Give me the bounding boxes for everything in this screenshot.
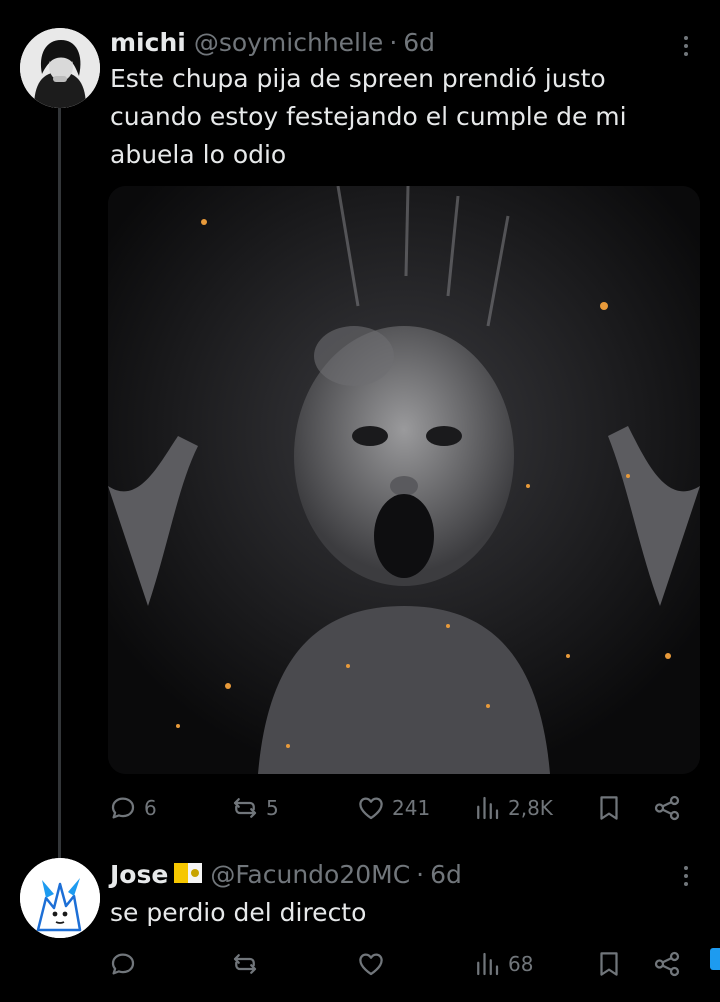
avatar-photo-icon — [20, 28, 100, 108]
more-options-icon[interactable] — [682, 36, 690, 56]
share-button[interactable] — [652, 946, 682, 982]
post-actions: 6 5 241 2,8K — [108, 790, 700, 826]
views-count: 68 — [508, 952, 534, 976]
reply-actions: 68 — [108, 946, 700, 982]
share-icon — [654, 795, 680, 821]
bookmark-button[interactable] — [594, 790, 624, 826]
repost-button[interactable]: 5 — [230, 790, 279, 826]
reply-icon — [111, 797, 135, 819]
reply-text: se perdio del directo — [110, 898, 367, 927]
repost-icon — [233, 798, 257, 818]
avatar[interactable] — [20, 28, 100, 108]
separator: · — [416, 860, 425, 889]
like-button[interactable] — [356, 946, 386, 982]
cartoon-avatar-icon — [20, 858, 100, 938]
like-count: 241 — [392, 796, 431, 820]
author-name[interactable]: Jose — [110, 860, 168, 889]
reply-count: 6 — [144, 796, 157, 820]
share-icon — [654, 951, 680, 977]
post-media-image[interactable] — [108, 186, 700, 774]
author-handle[interactable]: @soymichhelle — [194, 28, 384, 57]
vatican-flag-icon — [174, 863, 203, 883]
heart-icon — [359, 953, 383, 976]
separator: · — [389, 28, 398, 57]
views-icon — [477, 796, 499, 820]
repost-count: 5 — [266, 796, 279, 820]
views-count: 2,8K — [508, 796, 553, 820]
reply-button[interactable] — [108, 946, 138, 982]
thread-connector-line — [58, 104, 61, 860]
reply-icon — [111, 953, 135, 975]
author-handle[interactable]: @Facundo20MC — [210, 860, 410, 889]
repost-icon — [233, 954, 257, 974]
compose-button-edge[interactable] — [710, 948, 720, 970]
bookmark-button[interactable] — [594, 946, 624, 982]
views-icon — [477, 952, 499, 976]
avatar[interactable] — [20, 858, 100, 938]
image-icon — [108, 186, 700, 774]
views-button[interactable]: 2,8K — [472, 790, 553, 826]
more-options-icon[interactable] — [682, 866, 690, 886]
reply-header: Jose @Facundo20MC · 6d — [110, 860, 462, 889]
views-button[interactable]: 68 — [472, 946, 533, 982]
like-button[interactable]: 241 — [356, 790, 430, 826]
author-name[interactable]: michi — [110, 28, 186, 57]
timestamp[interactable]: 6d — [403, 28, 435, 57]
repost-button[interactable] — [230, 946, 260, 982]
heart-icon — [359, 797, 383, 820]
reply-button[interactable]: 6 — [108, 790, 157, 826]
timestamp[interactable]: 6d — [430, 860, 462, 889]
bookmark-icon — [600, 796, 618, 820]
share-button[interactable] — [652, 790, 682, 826]
post-header: michi @soymichhelle · 6d — [110, 28, 435, 57]
post-text: Este chupa pija de spreen prendió justo … — [110, 64, 627, 169]
bookmark-icon — [600, 952, 618, 976]
